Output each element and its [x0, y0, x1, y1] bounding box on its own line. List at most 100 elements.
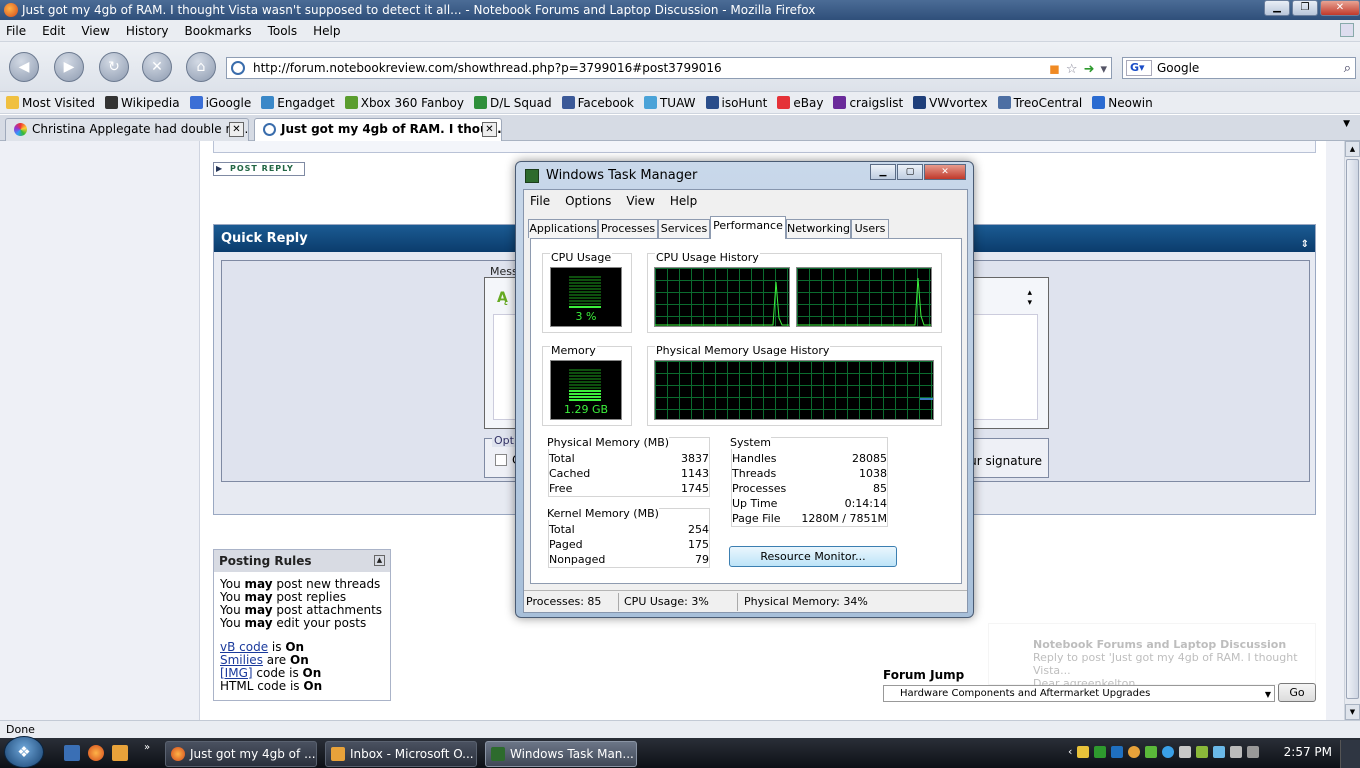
menu-view[interactable]: View	[81, 24, 109, 38]
tab-networking[interactable]: Networking	[786, 219, 851, 238]
outlook-quicklaunch-icon[interactable]	[112, 745, 128, 761]
rule-text: edit your posts	[272, 616, 367, 630]
tray-bluetooth-icon[interactable]	[1213, 746, 1226, 758]
taskbar-button-task-manager[interactable]: Windows Task Man...	[485, 741, 637, 767]
vertical-scrollbar[interactable]: ▲ ▼	[1344, 141, 1360, 720]
notification-popup[interactable]: Notebook Forums and Laptop Discussion Re…	[988, 623, 1316, 690]
tm-maximize-button[interactable]: ▢	[897, 164, 923, 180]
tm-menu-view[interactable]: View	[626, 194, 654, 208]
code-rule-link[interactable]: vB code	[220, 640, 268, 654]
tray-volume-icon[interactable]	[1230, 746, 1243, 758]
show-desktop-button[interactable]	[1340, 740, 1360, 768]
bookmark-item[interactable]: isoHunt	[705, 96, 767, 110]
tm-menu-options[interactable]: Options	[565, 194, 611, 208]
bookmark-item[interactable]: iGoogle	[189, 96, 251, 110]
bookmark-item[interactable]: Facebook	[561, 96, 634, 110]
bookmark-item[interactable]: craigslist	[833, 96, 903, 110]
forward-button[interactable]: ▶	[54, 52, 84, 82]
quicklaunch-more-icon[interactable]: »	[144, 742, 150, 753]
menu-help[interactable]: Help	[313, 24, 340, 38]
tray-sync-icon[interactable]	[1145, 746, 1158, 758]
reload-button[interactable]: ↻	[99, 52, 129, 82]
cpu-history-graph-core2	[796, 267, 932, 327]
bookmark-item[interactable]: TUAW	[643, 96, 696, 110]
bookmark-item[interactable]: D/L Squad	[473, 96, 552, 110]
search-input[interactable]: G▾ Google ⌕	[1122, 57, 1356, 79]
bookmark-item[interactable]: Xbox 360 Fanboy	[344, 96, 464, 110]
tray-update-icon[interactable]	[1162, 746, 1175, 758]
collapse-icon[interactable]: ▲	[374, 555, 385, 566]
scroll-up-icon[interactable]: ▲	[1345, 141, 1360, 157]
tab-services[interactable]: Services	[658, 219, 710, 238]
tab-users[interactable]: Users	[851, 219, 889, 238]
tray-mail-icon[interactable]	[1077, 746, 1090, 758]
forum-jump-select[interactable]: Hardware Components and Aftermarket Upgr…	[883, 685, 1275, 702]
bookmark-item[interactable]: VWvortex	[913, 96, 988, 110]
bookmark-item[interactable]: Engadget	[261, 96, 335, 110]
taskbar-button-firefox[interactable]: Just got my 4gb of ...	[165, 741, 317, 767]
collapse-icon[interactable]: ⇕	[1301, 231, 1309, 258]
tab-applications[interactable]: Applications	[528, 219, 598, 238]
editor-toolbar-icon[interactable]: Ą	[497, 290, 508, 306]
start-button[interactable]: ❖	[4, 736, 44, 768]
search-icon[interactable]: ⌕	[1344, 59, 1351, 79]
tab-performance[interactable]: Performance	[710, 216, 786, 239]
bookmark-item[interactable]: TreoCentral	[997, 96, 1082, 110]
back-button[interactable]: ◀	[9, 52, 39, 82]
rss-icon[interactable]: ◼	[1049, 60, 1060, 80]
tm-menu-help[interactable]: Help	[670, 194, 697, 208]
stat-value: 1745	[681, 482, 709, 495]
tray-device-icon[interactable]	[1179, 746, 1192, 758]
minimize-button[interactable]: ▁	[1264, 0, 1290, 16]
bookmark-item[interactable]: Most Visited	[6, 96, 95, 110]
tray-app-icon[interactable]	[1094, 746, 1107, 758]
tab-processes[interactable]: Processes	[598, 219, 658, 238]
bookmark-star-icon[interactable]: ☆	[1066, 60, 1078, 80]
stat-row: Page File 1280M / 7851M	[732, 512, 887, 526]
menu-file[interactable]: File	[6, 24, 26, 38]
taskbar-button-outlook[interactable]: Inbox - Microsoft O...	[325, 741, 477, 767]
menu-tools[interactable]: Tools	[268, 24, 298, 38]
scroll-down-icon[interactable]: ▼	[1345, 704, 1360, 720]
tm-minimize-button[interactable]: ▁	[870, 164, 896, 180]
menu-bookmarks[interactable]: Bookmarks	[185, 24, 252, 38]
tab-close-icon[interactable]: ✕	[482, 122, 497, 137]
stop-button[interactable]: ✕	[142, 52, 172, 82]
forum-jump-go-button[interactable]: Go	[1278, 683, 1316, 702]
tray-wifi-icon[interactable]	[1247, 746, 1260, 758]
tab-close-icon[interactable]: ✕	[229, 122, 244, 137]
url-bar[interactable]: http://forum.notebookreview.com/showthre…	[226, 57, 1112, 79]
bookmark-item[interactable]: Neowin	[1092, 96, 1153, 110]
tm-close-button[interactable]: ✕	[924, 164, 966, 180]
go-arrow-icon[interactable]: ➜	[1084, 60, 1095, 80]
task-manager-window[interactable]: Windows Task Manager ▁ ▢ ✕ File Options …	[515, 161, 974, 618]
tm-menu-file[interactable]: File	[530, 194, 550, 208]
show-desktop-icon[interactable]	[64, 745, 80, 761]
tab-just-got-4gb[interactable]: Just got my 4gb of RAM. I thoug... ✕	[254, 118, 502, 141]
tray-expand-icon[interactable]: ‹	[1068, 746, 1072, 758]
site-identity-icon[interactable]	[231, 61, 245, 75]
code-rule-link[interactable]: [IMG]	[220, 666, 253, 680]
bookmark-item[interactable]: Wikipedia	[105, 96, 180, 110]
code-rule-link[interactable]: Smilies	[220, 653, 263, 667]
tray-network-icon[interactable]	[1111, 746, 1124, 758]
post-reply-button[interactable]: POST REPLY	[213, 162, 305, 176]
tab-list-icon[interactable]: ▼	[1343, 119, 1350, 129]
url-dropdown-icon[interactable]: ▾	[1100, 60, 1107, 80]
options-checkbox[interactable]	[495, 454, 507, 466]
tab-christina-applegate[interactable]: Christina Applegate had double ma... ✕	[5, 118, 249, 141]
menu-edit[interactable]: Edit	[42, 24, 65, 38]
bookmark-item[interactable]: eBay	[777, 96, 823, 110]
resize-arrows-icon[interactable]: ▴ ▾	[1027, 288, 1032, 308]
tray-security-icon[interactable]	[1196, 746, 1209, 758]
menu-history[interactable]: History	[126, 24, 169, 38]
close-button[interactable]: ✕	[1320, 0, 1360, 16]
resource-monitor-button[interactable]: Resource Monitor...	[729, 546, 897, 567]
home-button[interactable]: ⌂	[186, 52, 216, 82]
tray-messenger-icon[interactable]	[1128, 746, 1141, 758]
firefox-quicklaunch-icon[interactable]	[88, 745, 104, 761]
scrollbar-thumb[interactable]	[1346, 159, 1359, 699]
taskbar-clock[interactable]: 2:57 PM	[1284, 745, 1332, 759]
maximize-button[interactable]: ❐	[1292, 0, 1318, 16]
search-engine-icon[interactable]: G▾	[1126, 60, 1152, 76]
